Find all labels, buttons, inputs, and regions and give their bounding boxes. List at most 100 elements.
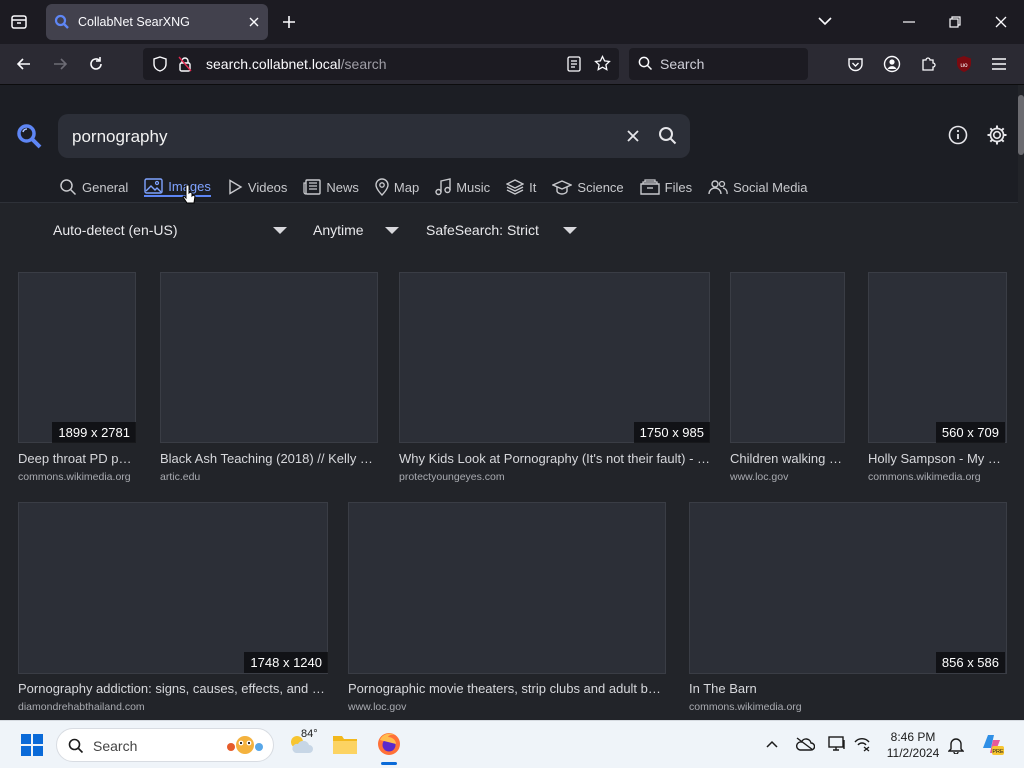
network-volume-icon[interactable] <box>853 736 871 752</box>
language-value: Auto-detect (en-US) <box>53 222 178 238</box>
info-icon[interactable] <box>948 125 968 145</box>
result-thumbnail-placeholder[interactable] <box>18 272 136 443</box>
file-explorer-icon[interactable] <box>332 733 358 755</box>
image-result[interactable]: 1899 x 2781 Deep throat PD po… commons.w… <box>18 272 138 487</box>
time-range-select[interactable]: Anytime <box>313 222 399 238</box>
search-highlight-icon[interactable] <box>225 733 265 757</box>
reload-button[interactable] <box>82 50 110 78</box>
chevron-down-icon <box>273 226 287 234</box>
result-title[interactable]: Holly Sampson - My … <box>868 451 1009 466</box>
firefox-icon[interactable] <box>376 731 402 757</box>
result-thumbnail-placeholder[interactable] <box>160 272 378 443</box>
result-title[interactable]: Pornography addiction: signs, causes, ef… <box>18 681 330 696</box>
searxng-header: pornography General Images Videos News M… <box>0 85 1018 203</box>
tab-images[interactable]: Images <box>144 177 211 197</box>
url-domain: search.collabnet.local <box>206 56 341 72</box>
image-icon <box>144 178 163 194</box>
image-resolution: 560 x 709 <box>935 422 1005 443</box>
hamburger-menu-icon[interactable] <box>991 57 1007 71</box>
tab-science[interactable]: Science <box>552 177 624 197</box>
tab-label: Science <box>577 179 624 195</box>
result-thumbnail-placeholder[interactable] <box>348 502 666 674</box>
shield-icon[interactable] <box>152 56 168 72</box>
result-title[interactable]: Deep throat PD po… <box>18 451 138 466</box>
clear-query-icon[interactable] <box>626 129 640 143</box>
tab-list-icon[interactable] <box>10 13 28 31</box>
back-button[interactable] <box>10 50 38 78</box>
newspaper-icon <box>303 179 322 195</box>
copilot-icon[interactable]: PRE <box>980 732 1004 756</box>
tab-social-media[interactable]: Social Media <box>708 177 808 197</box>
notification-bell-icon[interactable] <box>948 736 964 754</box>
query-search-box[interactable]: pornography <box>58 114 690 158</box>
address-bar[interactable]: search.collabnet.local/search <box>143 48 619 80</box>
extensions-puzzle-icon[interactable] <box>920 55 937 72</box>
query-input[interactable]: pornography <box>72 127 167 147</box>
chevron-down-icon <box>385 226 399 234</box>
list-all-tabs-icon[interactable] <box>818 16 832 26</box>
tab-label: Files <box>664 179 693 195</box>
submit-search-icon[interactable] <box>658 126 678 146</box>
onedrive-icon[interactable] <box>795 736 815 752</box>
image-result[interactable]: Pornographic movie theaters, strip clubs… <box>348 502 668 716</box>
reload-icon <box>90 57 102 70</box>
result-title[interactable]: Children walking … <box>730 451 847 466</box>
tab-news[interactable]: News <box>303 177 359 197</box>
language-select[interactable]: Auto-detect (en-US) <box>53 222 287 238</box>
tab-it[interactable]: It <box>506 177 536 197</box>
page-scrollbar[interactable] <box>1018 95 1024 155</box>
image-result[interactable]: 1750 x 985 Why Kids Look at Pornography … <box>399 272 712 487</box>
taskbar-search-box[interactable]: Search <box>56 728 274 762</box>
result-title[interactable]: Why Kids Look at Pornography (It's not t… <box>399 451 712 466</box>
image-result[interactable]: Children walking … www.loc.gov <box>730 272 847 487</box>
result-title[interactable]: In The Barn <box>689 681 1009 696</box>
tab-music[interactable]: Music <box>435 177 490 197</box>
ublock-badge: uo <box>960 62 968 69</box>
restore-icon[interactable] <box>949 16 961 28</box>
display-icon[interactable] <box>828 736 846 752</box>
image-resolution: 1899 x 2781 <box>52 422 136 443</box>
system-clock[interactable]: 8:46 PM 11/2/2024 <box>880 729 946 761</box>
image-result[interactable]: Black Ash Teaching (2018) // Kelly … art… <box>160 272 380 487</box>
close-window-icon[interactable] <box>995 16 1007 28</box>
active-tab[interactable]: CollabNet SearXNG <box>46 4 268 40</box>
safesearch-select[interactable]: SafeSearch: Strict <box>426 222 577 238</box>
weather-temp: 84° <box>301 728 318 740</box>
close-tab-icon[interactable] <box>248 16 260 28</box>
result-thumbnail-placeholder[interactable] <box>399 272 710 443</box>
browser-search-field[interactable]: Search <box>629 48 808 80</box>
result-title[interactable]: Pornographic movie theaters, strip clubs… <box>348 681 668 696</box>
result-thumbnail-placeholder[interactable] <box>868 272 1007 443</box>
result-thumbnail-placeholder[interactable] <box>730 272 845 443</box>
result-url: commons.wikimedia.org <box>689 701 802 713</box>
windows-start-icon[interactable] <box>21 734 43 756</box>
result-thumbnail-placeholder[interactable] <box>689 502 1007 674</box>
category-tabs: General Images Videos News Map Music It … <box>59 177 824 199</box>
result-title[interactable]: Black Ash Teaching (2018) // Kelly … <box>160 451 380 466</box>
pocket-icon[interactable] <box>847 56 864 73</box>
result-url: diamondrehabthailand.com <box>18 701 145 713</box>
ublock-origin-icon[interactable]: uo <box>955 55 973 73</box>
tab-general[interactable]: General <box>59 177 128 197</box>
account-icon[interactable] <box>883 55 901 73</box>
reader-view-icon[interactable] <box>566 56 582 72</box>
settings-gear-icon[interactable] <box>986 124 1008 146</box>
tab-map[interactable]: Map <box>375 177 419 197</box>
show-hidden-icons-chevron-icon[interactable] <box>766 740 778 748</box>
image-result[interactable]: 856 x 586 In The Barn commons.wikimedia.… <box>689 502 1009 716</box>
bookmark-star-icon[interactable] <box>594 55 611 72</box>
result-thumbnail-placeholder[interactable] <box>18 502 328 674</box>
new-tab-icon[interactable] <box>282 15 296 29</box>
searxng-logo-icon[interactable] <box>16 123 42 149</box>
lock-icon[interactable] <box>178 56 192 72</box>
image-result[interactable]: 560 x 709 Holly Sampson - My … commons.w… <box>868 272 1009 487</box>
tab-videos[interactable]: Videos <box>227 177 287 197</box>
weather-widget[interactable]: 84° <box>288 727 324 763</box>
image-resolution: 1750 x 985 <box>633 422 710 443</box>
forward-button[interactable] <box>46 50 74 78</box>
files-icon <box>639 179 660 195</box>
minimize-icon[interactable] <box>903 21 915 23</box>
image-result[interactable]: 1748 x 1240 Pornography addiction: signs… <box>18 502 330 716</box>
search-placeholder: Search <box>660 56 705 72</box>
tab-files[interactable]: Files <box>639 177 693 197</box>
